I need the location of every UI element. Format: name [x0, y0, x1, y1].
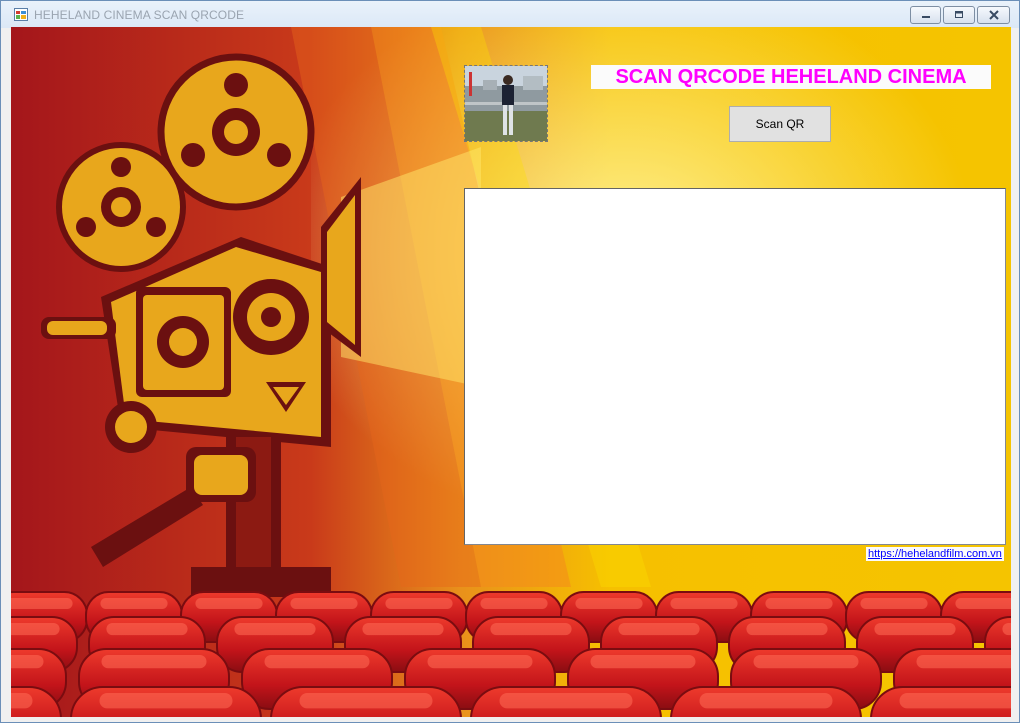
film-reel-right: [157, 53, 315, 211]
cinema-seat-highlight: [575, 598, 643, 609]
cinema-seat-highlight: [916, 655, 1011, 669]
maximize-button[interactable]: [943, 6, 975, 24]
cinema-seat-highlight: [385, 598, 453, 609]
cinema-seat-highlight: [101, 655, 207, 669]
form-client-area: SCAN QRCODE HEHELAND CINEMA Scan QR http…: [11, 27, 1011, 717]
cinema-seat-highlight: [99, 693, 233, 709]
scan-result-box[interactable]: [464, 188, 1006, 545]
cinema-seat-highlight: [753, 655, 859, 669]
website-link[interactable]: https://hehelandfilm.com.vn: [866, 547, 1004, 561]
cinema-seat-highlight: [590, 655, 696, 669]
maximize-icon: [955, 11, 963, 18]
cinema-seat-highlight: [11, 655, 44, 669]
cinema-seat-highlight: [765, 598, 833, 609]
cinema-seat-highlight: [480, 598, 548, 609]
cinema-seat-highlight: [746, 623, 828, 636]
cinema-seat-highlight: [427, 655, 533, 669]
minimize-icon: [921, 16, 930, 18]
app-heading: SCAN QRCODE HEHELAND CINEMA: [591, 65, 991, 89]
cinema-seat-highlight: [874, 623, 956, 636]
cinema-seats: [11, 591, 1011, 717]
cinema-seat-highlight: [899, 693, 1011, 709]
cinema-seat-highlight: [490, 623, 572, 636]
cinema-seat-highlight: [195, 598, 263, 609]
cinema-seat-highlight: [499, 693, 633, 709]
app-window-icon: [14, 8, 28, 21]
close-button[interactable]: [977, 6, 1010, 24]
cinema-seat-highlight: [100, 598, 168, 609]
cinema-seat-highlight: [860, 598, 928, 609]
cinema-seat-highlight: [106, 623, 188, 636]
minimize-button[interactable]: [910, 6, 941, 24]
cinema-seat-highlight: [11, 693, 33, 709]
app-window: HEHELAND CINEMA SCAN QRCODE SCAN QRCODE …: [0, 0, 1020, 723]
cinema-seat-highlight: [234, 623, 316, 636]
title-bar[interactable]: HEHELAND CINEMA SCAN QRCODE: [1, 1, 1019, 28]
cinema-seat-highlight: [955, 598, 1011, 609]
window-title: HEHELAND CINEMA SCAN QRCODE: [34, 8, 245, 22]
cinema-seat-highlight: [618, 623, 700, 636]
cinema-seat-highlight: [11, 598, 73, 609]
scan-qr-button[interactable]: Scan QR: [729, 106, 831, 142]
cinema-seat-highlight: [290, 598, 358, 609]
cinema-seat-highlight: [699, 693, 833, 709]
cinema-seat-highlight: [670, 598, 738, 609]
cinema-seat-highlight: [299, 693, 433, 709]
cinema-seat-highlight: [264, 655, 370, 669]
close-icon: [988, 10, 999, 20]
cinema-seat-highlight: [11, 623, 60, 636]
profile-picture: [464, 65, 548, 142]
profile-photo: [465, 66, 547, 141]
cinema-seat-highlight: [362, 623, 444, 636]
